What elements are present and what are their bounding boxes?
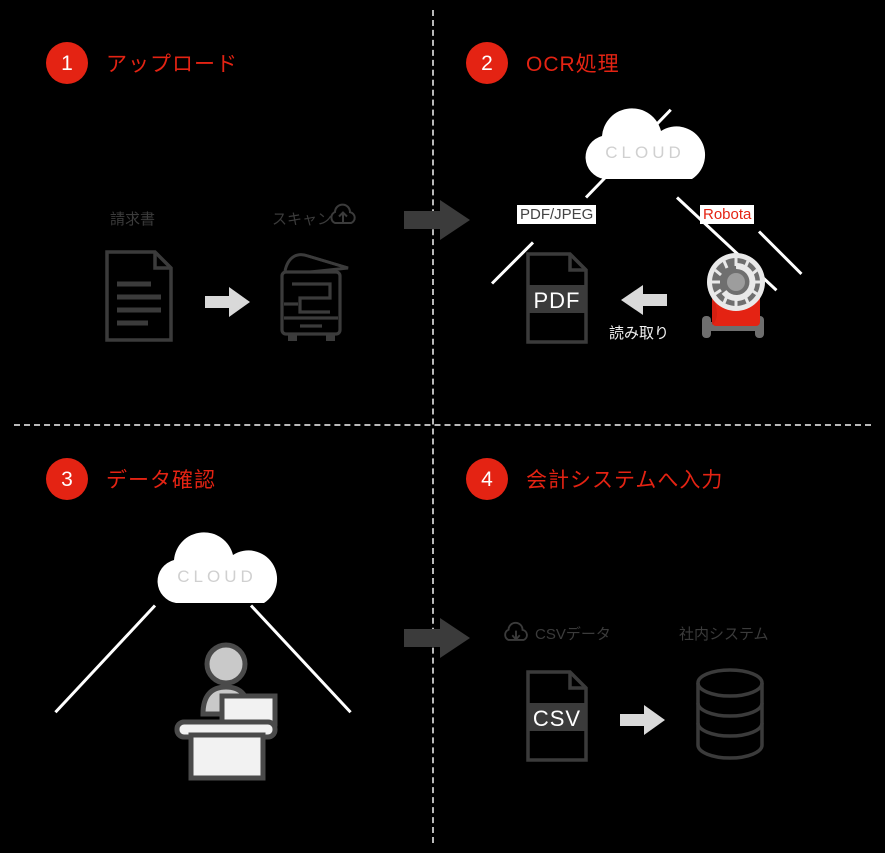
step-3-panel: 3 データ確認 CLOUD (0, 426, 432, 853)
step-1-source-label: 請求書 (110, 211, 156, 228)
csv-file-icon: CSV (526, 670, 588, 762)
person-at-desk-icon (165, 640, 287, 781)
step-4-badge: 4 (466, 458, 508, 500)
pdf-file-label: PDF (533, 288, 581, 313)
step-1-badge: 1 (46, 42, 88, 84)
step-1-header: 1 アップロード (46, 42, 238, 84)
step-2-left-label: PDF/JPEG (517, 205, 597, 224)
step-4-right-label: 社内システム (679, 626, 769, 643)
document-icon (105, 250, 173, 342)
robot-icon (688, 250, 780, 345)
step-2-panel: 2 OCR処理 CLOUD PDF/JPEG Robota PDF 読み取り (434, 0, 885, 424)
cloud-upload-icon (328, 203, 358, 227)
csv-file-label: CSV (532, 706, 582, 731)
step-2-right-label-text: Robota (700, 205, 755, 224)
scanner-printer-icon (268, 248, 354, 344)
step-4-panel: 4 会計システムへ入力 CSVデータ 社内システム CSV (434, 426, 885, 853)
step-1-target-label: スキャン (272, 211, 333, 228)
step-4-left-label: CSVデータ (535, 626, 611, 643)
step-2-header: 2 OCR処理 (466, 42, 620, 84)
database-icon (694, 668, 766, 760)
cloud-label: CLOUD (177, 567, 257, 586)
cloud-download-icon (502, 621, 530, 644)
cloud-label: CLOUD (605, 143, 685, 162)
step-1-title: アップロード (106, 53, 238, 76)
step-2-left-label-text: PDF/JPEG (517, 205, 597, 224)
step-3-badge: 3 (46, 458, 88, 500)
step-2-badge: 2 (466, 42, 508, 84)
step-2-arrow-label: 読み取り (609, 325, 670, 342)
cloud-ray-left (54, 604, 157, 714)
step-2-title: OCR処理 (526, 53, 620, 76)
cloud-icon: CLOUD (574, 105, 716, 180)
pdf-file-icon: PDF (526, 252, 588, 344)
cloud-icon: CLOUD (146, 529, 288, 604)
step-1-inner-arrow-icon (205, 285, 251, 319)
diagram-canvas: 1 アップロード 請求書 スキャン 2 OCR処理 CLOUD PDF/JPEG… (0, 0, 885, 853)
step-4-inner-arrow-icon (620, 703, 666, 737)
step-4-header: 4 会計システムへ入力 (466, 458, 723, 500)
step-2-read-arrow-icon (619, 283, 667, 317)
step-2-right-label: Robota (700, 205, 755, 224)
step-4-title: 会計システムへ入力 (526, 469, 724, 492)
step-3-title: データ確認 (106, 469, 216, 492)
step-3-header: 3 データ確認 (46, 458, 216, 500)
step-1-panel: 1 アップロード 請求書 スキャン (0, 0, 432, 424)
